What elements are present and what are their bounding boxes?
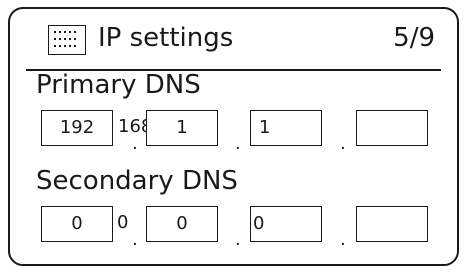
primary-dns-octet-3-value: 1: [259, 117, 271, 138]
page-indicator: 5/9: [393, 23, 435, 53]
primary-dns-separator-2: .: [235, 133, 241, 154]
primary-dns-separator-1: .: [132, 133, 138, 154]
secondary-dns-row: 0 0 . 0 . 0 .: [10, 206, 457, 250]
primary-dns-row: 192 168 . 1 . 1 .: [10, 110, 457, 154]
secondary-dns-separator-3: .: [340, 229, 346, 250]
primary-dns-separator-3: .: [340, 133, 346, 154]
grid-dots-icon-graphic: [54, 31, 76, 47]
primary-dns-octet-2[interactable]: 1: [146, 110, 218, 146]
secondary-dns-label: Secondary DNS: [36, 166, 238, 196]
secondary-dns-octet-2[interactable]: 0: [146, 206, 218, 242]
secondary-dns-separator-2: .: [235, 229, 241, 250]
primary-dns-octet-3[interactable]: 1: [250, 110, 322, 146]
grid-dots-icon: [48, 25, 86, 55]
secondary-dns-octet-3-value: 0: [253, 213, 265, 234]
title-bar: IP settings 5/9: [10, 9, 457, 69]
lcd-screen: IP settings 5/9 Primary DNS 192 168 . 1 …: [8, 7, 459, 266]
primary-dns-octet-4[interactable]: [356, 110, 428, 146]
screen-title: IP settings: [98, 23, 234, 53]
secondary-dns-overflow-1: 0: [117, 212, 129, 233]
primary-dns-label: Primary DNS: [36, 70, 201, 100]
secondary-dns-octet-4[interactable]: [356, 206, 428, 242]
primary-dns-octet-1[interactable]: 192: [41, 110, 113, 146]
secondary-dns-octet-3[interactable]: 0: [250, 206, 322, 242]
secondary-dns-separator-1: .: [132, 229, 138, 250]
secondary-dns-octet-1[interactable]: 0: [41, 206, 113, 242]
